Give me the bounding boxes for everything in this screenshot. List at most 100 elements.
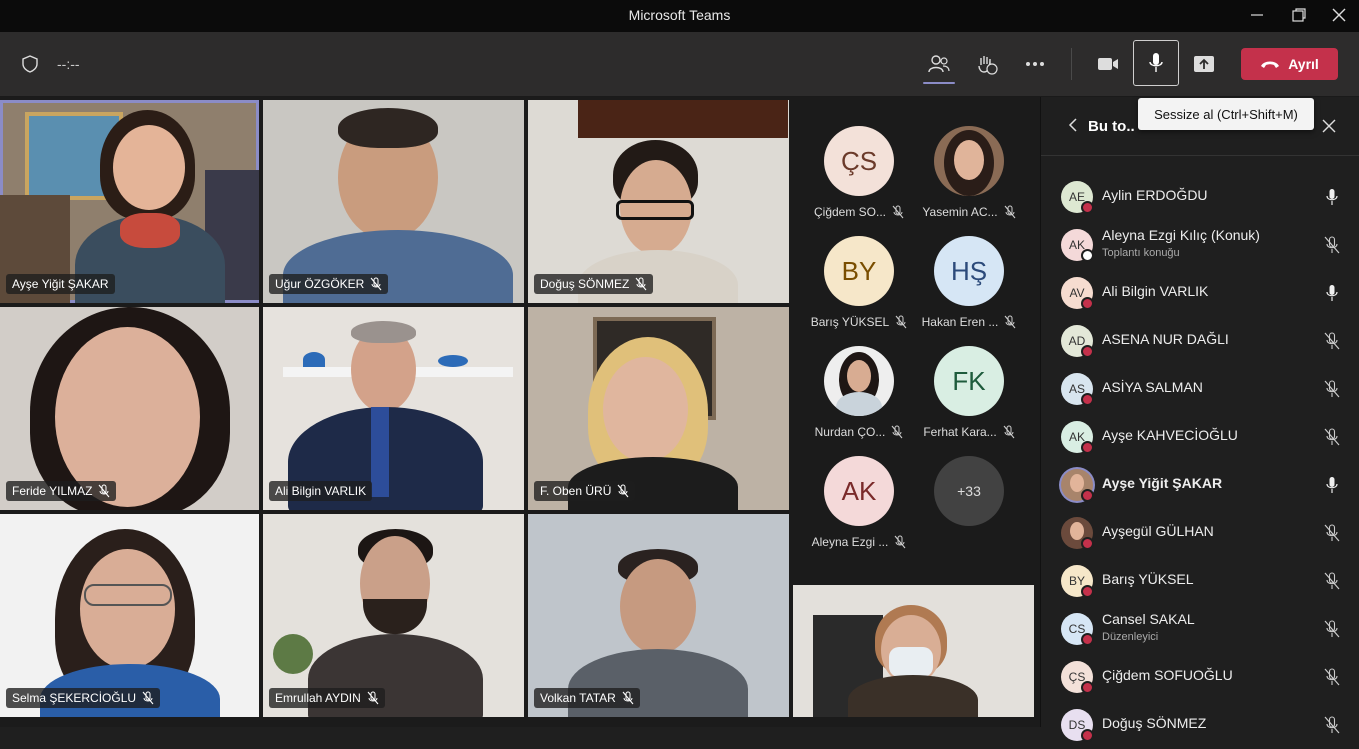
participant-row[interactable]: ÇS Çiğdem SOFUOĞLU <box>1041 653 1359 701</box>
participant-avatar[interactable]: HŞ <box>934 236 1004 306</box>
muted-mic-status[interactable] <box>1322 619 1342 639</box>
video-tile[interactable]: Doğuş SÖNMEZ <box>528 100 789 303</box>
muted-mic-status[interactable] <box>1322 571 1342 591</box>
close-window-button[interactable] <box>1319 0 1359 30</box>
video-tile[interactable]: Selma ŞEKERCİOĞLU <box>0 514 259 717</box>
muted-mic-icon <box>142 691 154 705</box>
muted-mic-icon <box>892 205 904 219</box>
video-stage: Ayşe Yiğit ŞAKAR Uğur ÖZGÖKER Doğuş SÖNM… <box>0 97 1040 727</box>
participant-row[interactable]: Ayşegül GÜLHAN <box>1041 509 1359 557</box>
participant-name: Nurdan ÇO... <box>804 425 914 439</box>
reactions-button[interactable] <box>974 52 1000 76</box>
participant-name: Doğuş SÖNMEZ <box>1102 715 1207 731</box>
mute-button[interactable] <box>1133 40 1179 86</box>
tile-label: Selma ŞEKERCİOĞLU <box>6 688 161 708</box>
avatar: AK <box>1061 421 1094 454</box>
muted-mic-status[interactable] <box>1322 235 1342 255</box>
mic-status[interactable] <box>1322 187 1342 207</box>
presence-status <box>1081 249 1094 262</box>
muted-mic-icon <box>99 484 110 498</box>
participant-role: Düzenleyici <box>1102 631 1159 643</box>
participant-avatar[interactable]: AK <box>824 456 894 526</box>
participant-row[interactable]: BY Barış YÜKSEL <box>1041 557 1359 605</box>
participant-avatar[interactable] <box>824 346 894 416</box>
self-view-tile[interactable] <box>793 585 1034 717</box>
participant-row[interactable]: AK Aleyna Ezgi Kılıç (Konuk) Toplantı konu… <box>1041 221 1359 269</box>
video-tile[interactable]: Ayşe Yiğit ŞAKAR <box>0 100 259 303</box>
participant-avatar[interactable]: ÇS <box>824 126 894 196</box>
muted-mic-status[interactable] <box>1322 715 1342 735</box>
muted-mic-icon <box>891 425 903 439</box>
muted-mic-status[interactable] <box>1322 379 1342 399</box>
muted-mic-icon <box>1004 315 1016 329</box>
avatar <box>1061 517 1094 550</box>
muted-mic-icon <box>1003 425 1015 439</box>
participant-row[interactable]: CS Cansel SAKAL Düzenleyici <box>1041 605 1359 653</box>
close-icon <box>1332 8 1346 22</box>
panel-title: Bu to.. <box>1088 118 1135 135</box>
minimize-button[interactable] <box>1237 0 1277 30</box>
participant-avatar[interactable] <box>934 126 1004 196</box>
share-screen-button[interactable] <box>1191 52 1217 76</box>
shield-icon <box>20 54 40 74</box>
muted-mic-icon <box>1324 236 1340 254</box>
participant-avatar[interactable]: BY <box>824 236 894 306</box>
participant-avatar[interactable]: FK <box>934 346 1004 416</box>
video-tile[interactable]: Uğur ÖZGÖKER <box>263 100 524 303</box>
participant-name: Ayşe Yiğit ŞAKAR <box>1102 475 1223 491</box>
more-options-button[interactable] <box>1022 52 1048 76</box>
participant-row[interactable]: Ayşe Yiğit ŞAKAR <box>1041 461 1359 509</box>
muted-mic-icon <box>1324 572 1340 590</box>
avatar: AS <box>1061 373 1094 406</box>
muted-mic-status[interactable] <box>1322 667 1342 687</box>
wall-picture <box>578 100 788 138</box>
participant-name: Barış YÜKSEL <box>1102 571 1194 587</box>
muted-mic-icon <box>894 535 906 549</box>
muted-mic-icon <box>1004 205 1015 219</box>
active-indicator <box>923 82 955 84</box>
participant-row[interactable]: DS Doğuş SÖNMEZ <box>1041 701 1359 749</box>
video-tile[interactable]: F. Oben ÜRÜ <box>528 307 789 510</box>
close-panel-button[interactable] <box>1320 117 1338 135</box>
muted-mic-icon <box>1324 620 1340 638</box>
presence-status <box>1081 729 1094 742</box>
muted-mic-status[interactable] <box>1322 427 1342 447</box>
video-tile[interactable]: Feride YILMAZ <box>0 307 259 510</box>
decor-object <box>438 355 468 367</box>
camera-icon <box>1098 58 1118 70</box>
mic-status[interactable] <box>1322 283 1342 303</box>
participant-row[interactable]: AS ASİYA SALMAN <box>1041 365 1359 413</box>
leave-button[interactable]: Ayrıl <box>1241 48 1338 80</box>
video-tile[interactable]: Emrullah AYDIN <box>263 514 524 717</box>
tile-label: Uğur ÖZGÖKER <box>269 274 389 294</box>
restore-button[interactable] <box>1279 0 1319 30</box>
participant-name: Çiğdem SO... <box>804 205 914 219</box>
participant-name: ASENA NUR DAĞLI <box>1102 331 1229 347</box>
participant-row[interactable]: AE Aylin ERDOĞDU <box>1041 173 1359 221</box>
avatar: CS <box>1061 613 1094 646</box>
video-tile[interactable]: Ali Bilgin VARLIK <box>263 307 524 510</box>
chevron-left-icon <box>1068 118 1077 132</box>
camera-button[interactable] <box>1095 52 1121 76</box>
more-icon <box>1026 62 1044 66</box>
muted-mic-status[interactable] <box>1322 523 1342 543</box>
muted-mic-icon <box>1324 716 1340 734</box>
participant-row[interactable]: AD ASENA NUR DAĞLI <box>1041 317 1359 365</box>
more-participants-button[interactable]: +33 <box>934 456 1004 526</box>
participant-row[interactable]: AV Ali Bilgin VARLIK <box>1041 269 1359 317</box>
presence-status <box>1081 393 1094 406</box>
mic-status[interactable] <box>1322 475 1342 495</box>
back-button[interactable] <box>1065 117 1081 133</box>
participant-row[interactable]: AK Ayşe KAHVECİOĞLU <box>1041 413 1359 461</box>
face-mask <box>889 647 933 677</box>
participant-name: ASİYA SALMAN <box>1102 379 1203 395</box>
participants-button[interactable] <box>925 52 953 76</box>
presence-status <box>1081 297 1094 310</box>
participant-name: Ferhat Kara... <box>914 425 1024 439</box>
muted-mic-status[interactable] <box>1322 331 1342 351</box>
presence-status <box>1081 489 1094 502</box>
window-title: Microsoft Teams <box>628 7 731 23</box>
video-tile[interactable]: Volkan TATAR <box>528 514 789 717</box>
raise-hand-icon <box>978 56 998 75</box>
participant-name: Yasemin AC... <box>914 205 1024 219</box>
